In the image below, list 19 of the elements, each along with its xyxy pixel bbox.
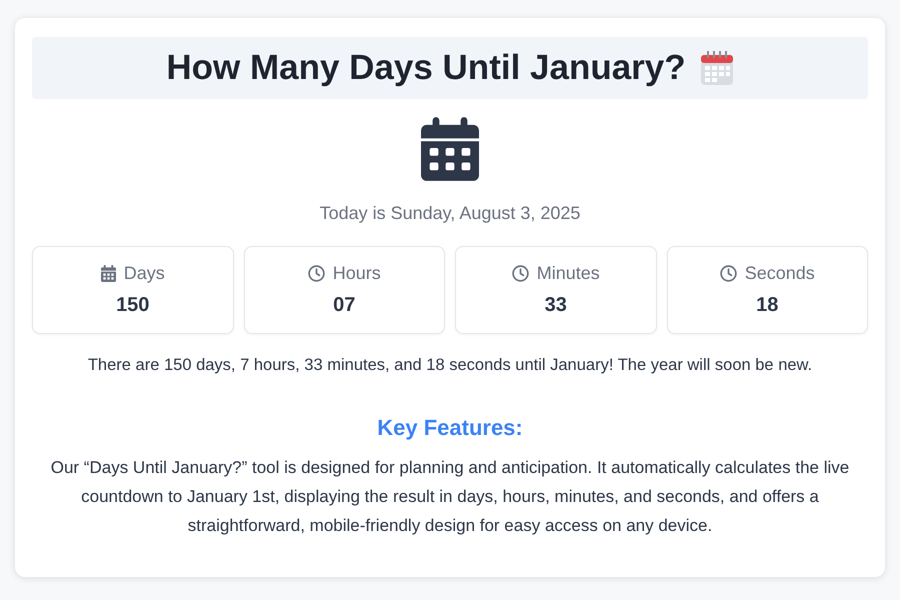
unit-value: 07 [333, 294, 356, 317]
clock-icon [720, 265, 737, 282]
section-heading: Key Features: [377, 415, 523, 441]
today-date: Today is Sunday, August 3, 2025 [320, 203, 580, 224]
page-title: How Many Days Until January? [166, 48, 686, 88]
calendar-icon [421, 117, 479, 181]
unit-label: Seconds [744, 263, 815, 284]
countdown-summary: There are 150 days, 7 hours, 33 minutes, and 18 seconds until January! The year will soon be new. [88, 356, 812, 375]
features-paragraph: Our “Days Until January?” tool is designed for planning and anticipation. It automatically calculates the live countdown to January 1st, displaying the result in days, hours, minutes, and seconds, and offers a straightforward, mobile-friendly design for easy access on any device. [50, 457, 850, 537]
clock-icon [308, 265, 325, 282]
calendar-icon [700, 50, 734, 86]
clock-icon [512, 265, 529, 282]
unit-value: 150 [116, 294, 150, 317]
unit-value: 18 [756, 294, 778, 317]
unit-label: Days [124, 263, 165, 284]
unit-label: Hours [332, 263, 381, 284]
unit-label: Minutes [536, 263, 600, 284]
unit-value: 33 [544, 294, 567, 317]
calendar-icon [100, 265, 116, 282]
